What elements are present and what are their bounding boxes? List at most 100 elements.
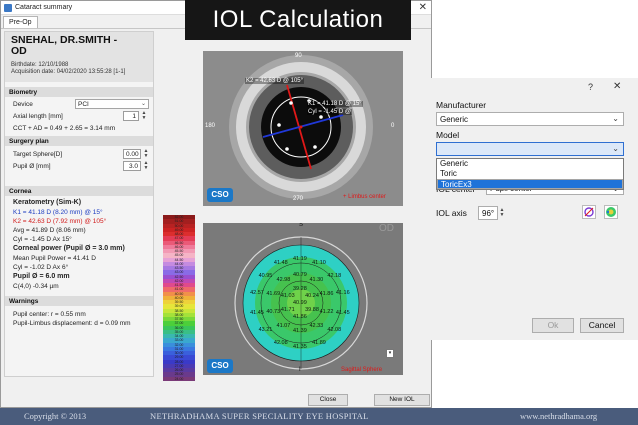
map-value: 41.10 xyxy=(312,260,326,267)
topography-overlay xyxy=(203,223,403,375)
map-value: 41.19 xyxy=(293,256,307,262)
cyl-value: Cyl = -1.45 D Ax 15° xyxy=(13,236,72,243)
footer-hospital: NETHRADHAMA SUPER SPECIALITY EYE HOSPITA… xyxy=(150,411,369,421)
model-option-toric[interactable]: Toric xyxy=(437,169,623,179)
map-value: 39.28 xyxy=(293,286,307,292)
map-value: 41.30 xyxy=(309,277,324,284)
map-value: 41.86 xyxy=(319,291,334,298)
map-value: 41.86 xyxy=(293,314,307,320)
acquisition-date: Acquisition date: 04/02/2020 13:55:28 [1… xyxy=(11,69,126,75)
c40-value: C(4,0) -0.34 µm xyxy=(13,283,59,290)
chevron-down-icon: ⌄ xyxy=(612,144,619,153)
topography-map-image: 40.99 39.28 40.24 39.88 41.86 41.71 41.03 40.79… xyxy=(203,223,403,375)
map-value: 41.45 xyxy=(250,309,264,316)
map-value: 42.57 xyxy=(250,290,264,297)
map-value: 41.89 xyxy=(312,339,326,346)
device-value: PCI xyxy=(78,101,89,108)
pupil-diameter-input[interactable]: 3.0 xyxy=(123,161,141,171)
patient-header: SNEHAL, DR.SMITH - OD Birthdate: 12/10/1… xyxy=(5,32,153,82)
cancel-button[interactable]: Cancel xyxy=(580,318,624,333)
color-scale: 52.00 51.00 50.00 49.00 48.00 47.00 46.50 46.00… xyxy=(163,215,195,381)
map-value: 41.48 xyxy=(273,260,288,267)
device-select[interactable]: PCI ⌄ xyxy=(75,99,149,109)
sagittal-sphere-label: Sagittal Sphere xyxy=(341,367,383,373)
map-value: 41.39 xyxy=(293,328,307,334)
manufacturer-label: Manufacturer xyxy=(436,100,487,110)
od-label-bottom: OD xyxy=(379,223,394,234)
footer-bar: Copyright © 2013 NETHRADHAMA SUPER SPECI… xyxy=(0,408,638,425)
map-value: 41.16 xyxy=(335,290,350,297)
axis-tick-270: 270 xyxy=(293,196,304,202)
target-sphere-input[interactable]: 0.00 xyxy=(123,149,141,159)
avg-value: Avg = 41.89 D (8.06 mm) xyxy=(13,227,86,234)
tab-pre-op[interactable]: Pre-Op xyxy=(3,16,38,28)
axis-align-icon[interactable] xyxy=(582,205,596,219)
iol-calculation-banner: IOL Calculation xyxy=(185,0,411,40)
close-icon[interactable]: ✕ xyxy=(419,2,427,13)
help-icon[interactable]: ? xyxy=(588,82,593,92)
map-value: 43.21 xyxy=(258,327,273,334)
keratometry-title: Keratometry (Sim-K) xyxy=(13,199,82,206)
new-iol-button[interactable]: New IOL xyxy=(374,394,430,406)
axis-tick-0: 0 xyxy=(391,123,395,129)
corneal-power-title: Corneal power (Pupil Ø = 3.0 mm) xyxy=(13,245,125,252)
model-option-generic[interactable]: Generic xyxy=(437,159,623,169)
close-button[interactable]: Close xyxy=(308,394,348,406)
topography-map-icon[interactable] xyxy=(604,205,618,219)
chevron-down-icon: ⌄ xyxy=(140,101,146,107)
warnings-header: Warnings xyxy=(5,296,153,306)
map-value: 40.24 xyxy=(305,293,319,299)
iol-axis-stepper[interactable]: ▲ ▼ xyxy=(499,208,505,218)
manufacturer-select[interactable]: Generic ⌄ xyxy=(436,112,624,126)
k2-overlay-label: K2 = 42.63 D @ 105° xyxy=(245,78,305,84)
footer-copyright: Copyright © 2013 xyxy=(24,411,87,421)
surgery-plan-header: Surgery plan xyxy=(5,136,153,146)
pupil-diameter-label: Pupil Ø [mm] xyxy=(13,163,51,170)
map-tick-i: I xyxy=(299,367,301,373)
map-toggle-icon[interactable]: ▾ xyxy=(386,349,394,358)
cyl-overlay-label: Cyl = -1.45 D @ xyxy=(307,109,352,115)
dialog-close-icon[interactable]: ✕ xyxy=(613,81,621,92)
target-sphere-stepper[interactable]: ▲ ▼ xyxy=(143,149,149,159)
pupil-diameter-stepper[interactable]: ▲ ▼ xyxy=(143,161,149,171)
eye-label: OD xyxy=(11,45,27,57)
model-select[interactable]: ⌄ xyxy=(436,142,624,156)
iol-axis-label: IOL axis xyxy=(436,208,467,218)
limbus-center-label: + Limbus center xyxy=(343,194,386,200)
patient-info-panel: SNEHAL, DR.SMITH - OD Birthdate: 12/10/1… xyxy=(4,31,154,377)
map-value: 41.35 xyxy=(293,344,307,350)
map-value: 42.98 xyxy=(276,277,291,284)
axis-tick-90: 90 xyxy=(295,53,302,59)
chevron-down-icon: ⌄ xyxy=(612,114,619,123)
pupil-center-warning: Pupil center: r = 0.55 mm xyxy=(13,311,86,318)
axis-tick-180: 180 xyxy=(205,123,216,129)
map-value: 41.71 xyxy=(280,307,295,313)
footer-website[interactable]: www.nethradhama.org xyxy=(520,411,597,421)
cct-ad-text: CCT + AD = 0.49 + 2.65 = 3.14 mm xyxy=(13,125,116,132)
cso-logo: CSO xyxy=(207,188,233,202)
map-value: 42.33 xyxy=(309,322,324,329)
axial-length-input[interactable]: 1 xyxy=(123,111,139,121)
map-value: 41.69 xyxy=(266,291,281,298)
eye-overlay xyxy=(203,51,403,206)
iol-axis-input[interactable]: 96° xyxy=(478,206,498,220)
axial-length-stepper[interactable]: ▲ ▼ xyxy=(141,111,147,121)
pupil-6-title: Pupil Ø = 6.0 mm xyxy=(13,273,70,280)
ok-button[interactable]: Ok xyxy=(532,318,574,333)
model-option-toricex3[interactable]: ToricEx3 xyxy=(437,179,623,189)
map-value: 40.73 xyxy=(266,308,281,315)
birthdate: Birthdate: 12/10/1988 xyxy=(11,62,69,68)
app-icon xyxy=(4,4,12,12)
iol-dialog: ? ✕ Manufacturer Generic ⌄ Model ⌄ IOL c… xyxy=(428,78,638,340)
k1-overlay-label: K1 = 41.18 D @ 15° xyxy=(307,101,363,107)
target-sphere-label: Target Sphere[D] xyxy=(13,151,63,158)
window-title: Cataract summary xyxy=(15,4,73,11)
map-value: 41.03 xyxy=(280,293,295,299)
model-label: Model xyxy=(436,130,460,140)
map-value: 39.88 xyxy=(305,307,319,313)
patient-name: SNEHAL, DR.SMITH - OD xyxy=(11,35,117,57)
cyl-value-2: Cyl = -1.02 D Ax 6° xyxy=(13,264,69,271)
map-value: 41.22 xyxy=(319,308,334,315)
map-value: 42.18 xyxy=(327,272,342,279)
map-value: 42.08 xyxy=(273,339,288,346)
